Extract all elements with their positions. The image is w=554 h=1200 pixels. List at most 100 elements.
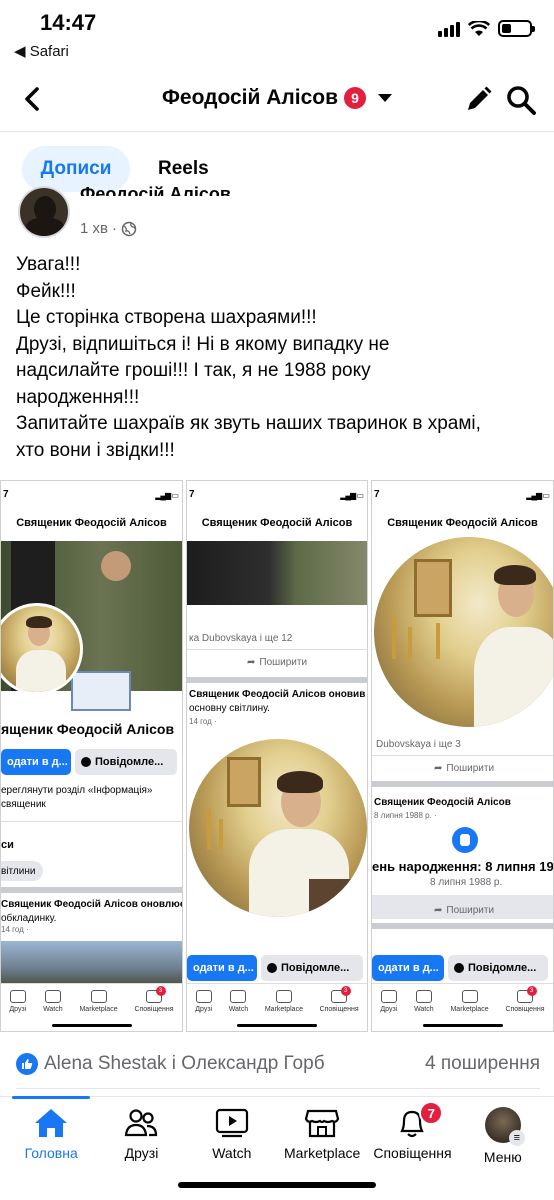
separator-dot: · bbox=[111, 220, 117, 237]
nav-friends[interactable]: Друзі bbox=[96, 1097, 186, 1176]
mini-profile-photo bbox=[189, 739, 367, 917]
mini-share: ➦ Поширити bbox=[434, 905, 495, 916]
mini-section-title: си bbox=[1, 839, 14, 851]
nav-label: Watch bbox=[212, 1145, 252, 1161]
mini-profile-photo bbox=[374, 537, 553, 727]
mini-photo bbox=[187, 541, 367, 605]
post-time[interactable]: 1 хв bbox=[80, 220, 108, 237]
mini-signal-icon: ▂▄▆ ▭ bbox=[340, 491, 364, 500]
mini-status-time: 7 bbox=[189, 489, 195, 500]
reactions-row: Alena Shestak і Олександр Горб 4 поширен… bbox=[16, 1048, 540, 1080]
mini-info-line: ереглянути розділ «Інформація» bbox=[1, 785, 153, 796]
post-line: Увага!!! bbox=[16, 254, 81, 275]
nav-watch[interactable]: Watch bbox=[187, 1097, 277, 1176]
mini-cover-thumbnail bbox=[1, 941, 182, 987]
nav-menu[interactable]: Меню bbox=[458, 1097, 548, 1176]
shares-count[interactable]: 4 поширення bbox=[425, 1053, 540, 1075]
mini-update-text: Священик Феодосій Алісов оновлює bbox=[1, 899, 183, 910]
mini-status-time: 7 bbox=[3, 489, 9, 500]
notification-badge: 9 bbox=[344, 87, 367, 109]
post-meta: 1 хв · bbox=[80, 220, 137, 237]
edit-pencil-icon[interactable] bbox=[462, 84, 494, 116]
chevron-down-icon[interactable] bbox=[378, 94, 393, 102]
mini-add-friend-button: одати в д... bbox=[372, 955, 444, 981]
mini-bottom-nav: Друзі Watch Marketplace 3 Сповіщення bbox=[372, 983, 553, 1031]
watch-icon bbox=[215, 1108, 248, 1138]
bottom-nav: Головна Друзі Watch Marketplace 7 Сповіщ… bbox=[0, 1096, 554, 1176]
post-author-name[interactable]: Феодосій Алісов bbox=[80, 176, 231, 196]
post-image-2[interactable]: 7 ▂▄▆ ▭ Священик Феодосій Алісов ка Dubo… bbox=[186, 480, 368, 1032]
mini-message-label: Повідомле... bbox=[468, 962, 537, 974]
nav-label: Меню bbox=[483, 1149, 522, 1165]
mini-chip-label: вітлини bbox=[1, 866, 36, 877]
post-text: Увага!!! Фейк!!! Це сторінка створена ша… bbox=[16, 252, 540, 464]
mini-badge: 3 bbox=[155, 986, 166, 996]
back-to-safari[interactable]: ◀ Safari bbox=[14, 42, 69, 60]
mini-event-date: 8 липня 1988 р. bbox=[430, 877, 503, 888]
post-line: Фейк!!! bbox=[16, 280, 76, 302]
mini-message-button: Повідомле... bbox=[261, 955, 363, 981]
mini-nav-label: Watch bbox=[414, 1006, 434, 1013]
author-avatar[interactable] bbox=[18, 186, 70, 238]
status-time: 14:47 bbox=[40, 10, 97, 35]
notification-count-badge: 7 bbox=[419, 1101, 444, 1125]
mini-update-text: Священик Феодосій Алісов оновив bbox=[189, 689, 366, 700]
status-icons bbox=[438, 20, 535, 37]
mini-message-button: Повідомле... bbox=[75, 749, 177, 775]
mini-badge: 3 bbox=[340, 986, 351, 996]
mini-nav-label: Watch bbox=[43, 1006, 63, 1013]
mini-share-label: Поширити bbox=[446, 905, 495, 916]
post-line: Це сторінка створена шахраями!!! bbox=[16, 307, 317, 328]
mini-badge: 3 bbox=[526, 986, 537, 996]
mini-bottom-nav: Друзі Watch Marketplace 3 Сповіщення bbox=[187, 983, 367, 1031]
back-arrow-icon[interactable] bbox=[18, 84, 48, 114]
nav-label: Головна bbox=[24, 1145, 78, 1161]
post-image-1[interactable]: 7 ▂▄▆ ▭ Священик Феодосій Алісов ященик … bbox=[0, 480, 183, 1032]
nav-label: Друзі bbox=[124, 1145, 159, 1161]
nav-label: Marketplace bbox=[284, 1145, 361, 1161]
mini-bottom-nav: Друзі Watch Marketplace 3 Сповіщення bbox=[1, 983, 182, 1031]
post-line: хто вони і звідки!!! bbox=[16, 439, 175, 461]
mini-signal-icon: ▂▄▆ ▭ bbox=[155, 491, 179, 500]
search-icon[interactable] bbox=[504, 84, 538, 116]
mini-signal-icon: ▂▄▆ ▭ bbox=[526, 491, 550, 500]
mini-update-time: 14 год · bbox=[189, 717, 217, 726]
mini-event-author: Священик Феодосій Алісов bbox=[374, 797, 511, 808]
nav-label: Сповіщення bbox=[373, 1145, 452, 1161]
birthday-icon bbox=[452, 827, 478, 853]
mini-reactions: Dubovskaya і ще 3 bbox=[376, 739, 461, 750]
mini-reactions: ка Dubovskaya і ще 12 bbox=[189, 633, 293, 644]
likers-text: Alena Shestak і Олександр Горб bbox=[44, 1053, 325, 1074]
nav-notifications[interactable]: 7 Сповіщення bbox=[367, 1097, 457, 1176]
nav-home[interactable]: Головна bbox=[6, 1096, 96, 1176]
nav-marketplace[interactable]: Marketplace bbox=[277, 1097, 367, 1176]
mini-nav-label: Сповіщення bbox=[505, 1006, 545, 1013]
marketplace-icon bbox=[304, 1109, 340, 1138]
mini-add-friend-button: одати в д... bbox=[1, 749, 71, 775]
mini-title: Священик Феодосій Алісов bbox=[387, 517, 538, 529]
reactions-summary[interactable]: Alena Shestak і Олександр Горб bbox=[16, 1052, 325, 1075]
page-header: Феодосій Алісов 9 bbox=[0, 70, 554, 132]
mini-title: Священик Феодосій Алісов bbox=[201, 517, 353, 529]
mini-nav-label: Друзі bbox=[380, 1006, 398, 1013]
menu-avatar bbox=[484, 1107, 525, 1146]
mini-nav-label: Watch bbox=[228, 1006, 249, 1013]
mini-share: ➦ Поширити bbox=[434, 763, 495, 774]
battery-icon bbox=[498, 20, 535, 37]
post-image-3[interactable]: 7 ▂▄▆ ▭ Священик Феодосій Алісов Dubovsk… bbox=[371, 480, 554, 1032]
like-icon bbox=[16, 1052, 38, 1075]
mini-nav-label: Сповіщення bbox=[319, 1006, 359, 1013]
divider bbox=[16, 1088, 540, 1089]
post-line: Запитайте шахраїв як звуть наших тварино… bbox=[16, 413, 481, 434]
mini-profile-name: ященик Феодосій Алісов bbox=[1, 721, 175, 737]
mini-message-button: Повідомле... bbox=[448, 955, 548, 981]
wifi-icon bbox=[468, 20, 490, 36]
mini-share-label: Поширити bbox=[446, 763, 495, 774]
home-icon bbox=[35, 1109, 68, 1137]
post-line: народження!!! bbox=[16, 386, 140, 408]
mini-nav-label: Marketplace bbox=[264, 1006, 303, 1013]
post-line: надсилайте гроші!!! І так, я не 1988 рок… bbox=[16, 360, 371, 381]
mini-event-meta: 8 липня 1988 р. · bbox=[374, 811, 437, 820]
page-title[interactable]: Феодосій Алісов bbox=[162, 86, 338, 110]
mini-info-line: священик bbox=[1, 799, 46, 810]
